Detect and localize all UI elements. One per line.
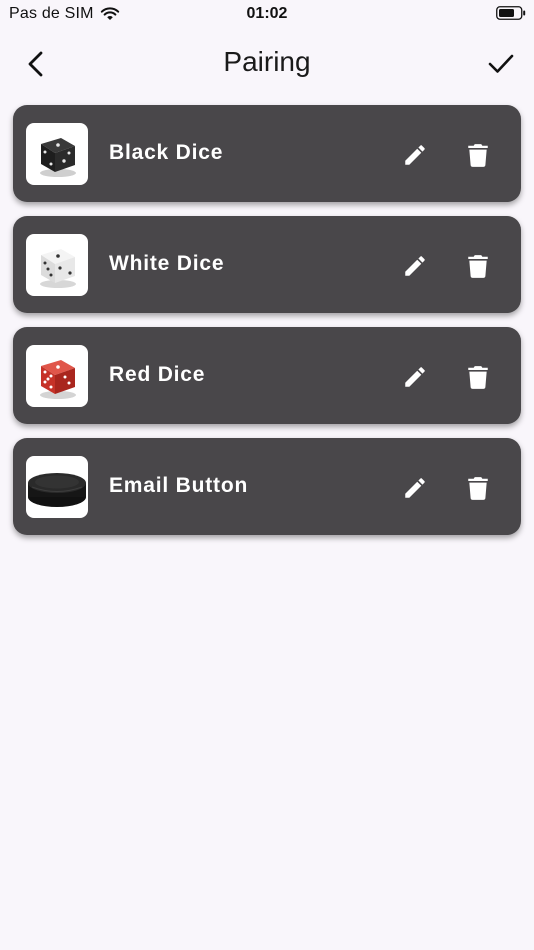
- device-thumbnail: [26, 345, 88, 407]
- black-dice-image: [40, 138, 76, 177]
- trash-icon: [468, 366, 488, 389]
- device-name: Email Button: [109, 474, 249, 497]
- pencil-icon: [405, 256, 425, 276]
- trash-icon: [468, 255, 488, 278]
- device-card[interactable]: Red Dice: [13, 327, 521, 424]
- edit-button[interactable]: [399, 139, 431, 171]
- navigation-bar: Pairing: [0, 36, 534, 92]
- pencil-icon: [405, 367, 425, 387]
- checkmark-icon: [488, 54, 514, 73]
- device-thumbnail: [26, 456, 88, 518]
- status-bar: Pas de SIM 01:02: [0, 0, 534, 28]
- edit-button[interactable]: [399, 250, 431, 282]
- device-name: White Dice: [109, 252, 225, 275]
- delete-button[interactable]: [463, 472, 493, 504]
- delete-button[interactable]: [463, 250, 493, 282]
- red-dice-image: [40, 360, 76, 399]
- white-dice-image: [40, 249, 76, 288]
- trash-icon: [468, 144, 488, 167]
- device-card[interactable]: Black Dice: [13, 105, 521, 202]
- device-card[interactable]: White Dice: [13, 216, 521, 313]
- device-name: Red Dice: [109, 363, 206, 386]
- device-name: Black Dice: [109, 141, 224, 164]
- edit-button[interactable]: [399, 361, 431, 393]
- pencil-icon: [405, 145, 425, 165]
- trash-icon: [468, 477, 488, 500]
- edit-button[interactable]: [399, 472, 431, 504]
- device-thumbnail: [26, 123, 88, 185]
- device-card[interactable]: Email Button: [13, 438, 521, 535]
- delete-button[interactable]: [463, 361, 493, 393]
- delete-button[interactable]: [463, 139, 493, 171]
- device-thumbnail: [26, 234, 88, 296]
- paired-devices-list: Black Dice White Dice Red Dice Email But…: [13, 105, 521, 549]
- pencil-icon: [405, 478, 425, 498]
- email-button-image: [28, 473, 86, 507]
- clock: 01:02: [246, 5, 288, 22]
- page-title: Pairing: [223, 46, 311, 77]
- confirm-button[interactable]: [484, 48, 518, 80]
- battery-icon: [496, 6, 526, 20]
